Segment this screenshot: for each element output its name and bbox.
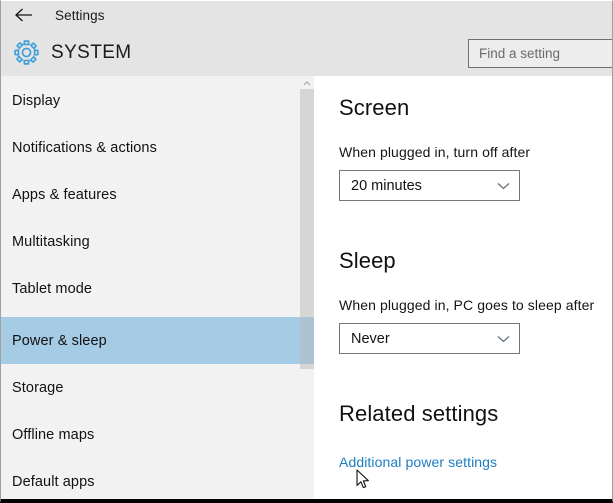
- sidebar-item-label: Multitasking: [12, 233, 90, 250]
- page-title: SYSTEM: [51, 41, 132, 63]
- sidebar-item-multitasking[interactable]: Multitasking: [1, 218, 314, 265]
- back-arrow-icon: [14, 8, 34, 22]
- sidebar-item-label: Storage: [12, 379, 64, 396]
- sidebar-item-label: Notifications & actions: [12, 139, 157, 156]
- sleep-timeout-label: When plugged in, PC goes to sleep after: [339, 297, 595, 313]
- screen-timeout-label: When plugged in, turn off after: [339, 144, 531, 160]
- chevron-down-icon: [487, 182, 519, 190]
- sidebar-item-label: Offline maps: [12, 426, 95, 443]
- scroll-up-button[interactable]: [300, 76, 314, 88]
- sidebar-item-apps-features[interactable]: Apps & features: [1, 171, 314, 218]
- sidebar-item-tablet-mode[interactable]: Tablet mode: [1, 265, 314, 312]
- sidebar-item-offline-maps[interactable]: Offline maps: [1, 411, 314, 458]
- gear-icon: [1, 39, 51, 66]
- sidebar-item-label: Tablet mode: [12, 280, 93, 297]
- settings-content-panel: Screen When plugged in, turn off after 2…: [314, 76, 612, 499]
- sidebar-item-label: Default apps: [12, 473, 95, 490]
- search-placeholder: Find a setting: [479, 46, 561, 61]
- sidebar-item-display[interactable]: Display: [1, 77, 314, 124]
- sleep-section-heading: Sleep: [339, 248, 396, 273]
- additional-power-settings-link[interactable]: Additional power settings: [339, 454, 497, 470]
- sidebar-item-power-sleep[interactable]: Power & sleep: [1, 317, 314, 364]
- sidebar-item-notifications-actions[interactable]: Notifications & actions: [1, 124, 314, 171]
- app-title: Settings: [55, 7, 105, 23]
- page-header: SYSTEM Find a setting: [1, 29, 612, 76]
- settings-window: Settings SYSTEM Find a setting Display N…: [0, 0, 613, 503]
- scrollbar-thumb-selected-overlay: [300, 317, 314, 364]
- sidebar-item-label: Apps & features: [12, 186, 117, 203]
- related-settings-heading: Related settings: [339, 401, 499, 426]
- sidebar-item-label: Display: [12, 92, 61, 109]
- screen-section-heading: Screen: [339, 95, 410, 120]
- search-input[interactable]: Find a setting: [468, 39, 612, 68]
- screen-timeout-value: 20 minutes: [351, 177, 422, 194]
- screen-timeout-dropdown[interactable]: 20 minutes: [339, 170, 520, 201]
- sleep-timeout-value: Never: [351, 330, 390, 347]
- chevron-down-icon: [487, 335, 519, 343]
- sidebar-item-label: Power & sleep: [12, 332, 107, 349]
- sleep-timeout-dropdown[interactable]: Never: [339, 323, 520, 354]
- settings-sidebar: Display Notifications & actions Apps & f…: [1, 76, 314, 499]
- title-bar: Settings: [1, 1, 612, 29]
- sidebar-item-storage[interactable]: Storage: [1, 364, 314, 411]
- back-button[interactable]: [1, 1, 47, 29]
- sidebar-item-default-apps[interactable]: Default apps: [1, 458, 314, 499]
- sidebar-scrollbar[interactable]: [300, 76, 314, 499]
